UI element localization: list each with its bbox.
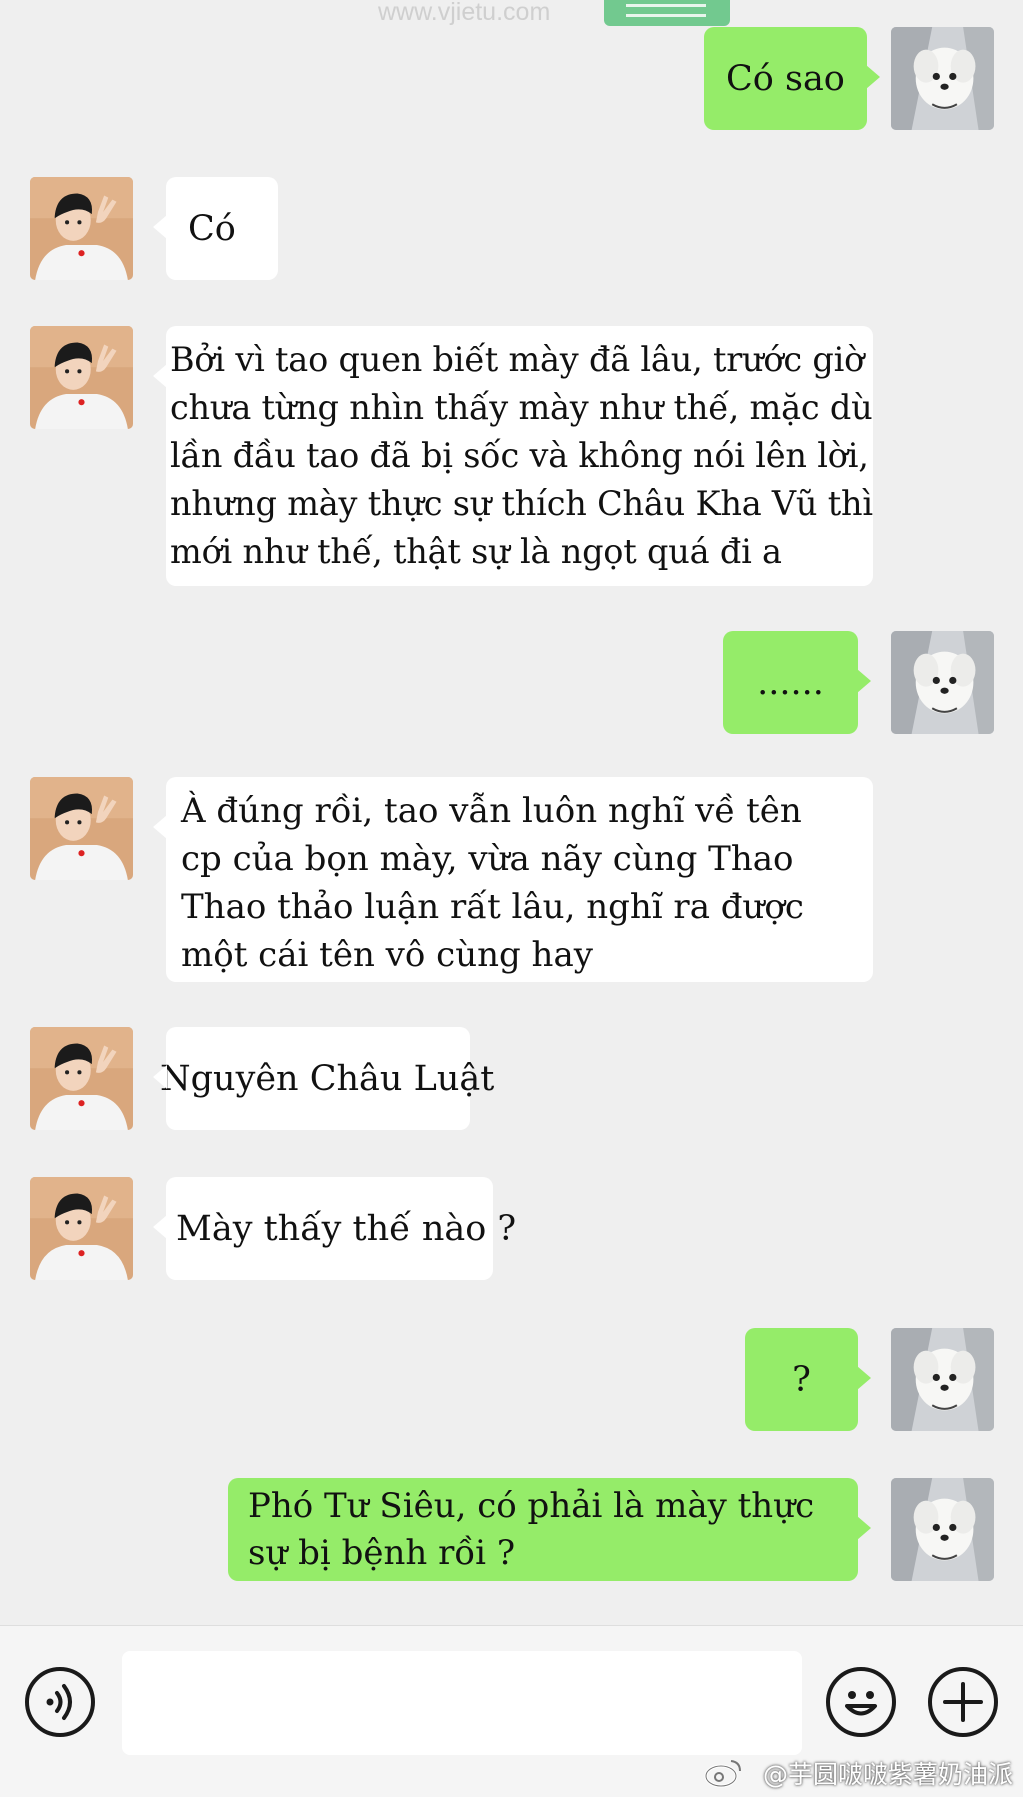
message-bubble-incoming[interactable]: Mày thấy thế nào ? [153,1177,516,1280]
watermark-site: www.vjietu.com [378,0,551,26]
watermark-badge [604,0,730,26]
message-text: Mày thấy thế nào ? [176,1208,517,1249]
dog-avatar[interactable] [891,631,994,734]
message-text: Phó Tư Siêu, có phải là mày thực sự bị b… [248,1485,815,1573]
message-text: Bởi vì tao quen biết mày đã lâu, trước g… [170,340,873,571]
boy-avatar[interactable] [30,177,133,280]
message-bubble-outgoing[interactable]: Phó Tư Siêu, có phải là mày thực sự bị b… [228,1478,871,1581]
message-text: ? [792,1359,811,1400]
message-bubble-incoming[interactable]: Có [153,177,278,280]
message-text: À đúng rồi, tao vẫn luôn nghĩ về tên cp … [181,791,804,975]
add-button[interactable] [928,1667,998,1737]
message-input[interactable] [122,1651,802,1755]
plus-icon [943,1682,983,1722]
boy-avatar[interactable] [30,1177,133,1280]
message-text: Có sao [726,58,845,99]
voice-icon [46,1684,72,1720]
message-bubble-incoming[interactable]: Bởi vì tao quen biết mày đã lâu, trước g… [153,326,873,586]
dog-avatar[interactable] [891,27,994,130]
message-bubble-outgoing[interactable]: ? [745,1328,871,1431]
emoji-button[interactable] [826,1667,896,1737]
message-bubble-outgoing[interactable]: ...... [723,631,871,734]
weibo-logo-icon [704,1760,741,1788]
dog-avatar[interactable] [891,1328,994,1431]
boy-avatar[interactable] [30,326,133,429]
emoji-icon [845,1691,877,1716]
voice-button[interactable] [25,1667,95,1737]
watermark-author: @芋圆啵啵紫薯奶油派 [762,1760,1013,1789]
boy-avatar[interactable] [30,777,133,880]
message-bubble-incoming[interactable]: Nguyên Châu Luật [153,1027,494,1130]
message-text: ...... [757,662,824,703]
dog-avatar[interactable] [891,1478,994,1581]
message-text: Có [188,208,236,249]
boy-avatar[interactable] [30,1027,133,1130]
message-bubble-incoming[interactable]: À đúng rồi, tao vẫn luôn nghĩ về tên cp … [153,777,873,982]
message-text: Nguyên Châu Luật [160,1058,495,1099]
message-bubble-outgoing[interactable]: Có sao [704,27,880,130]
